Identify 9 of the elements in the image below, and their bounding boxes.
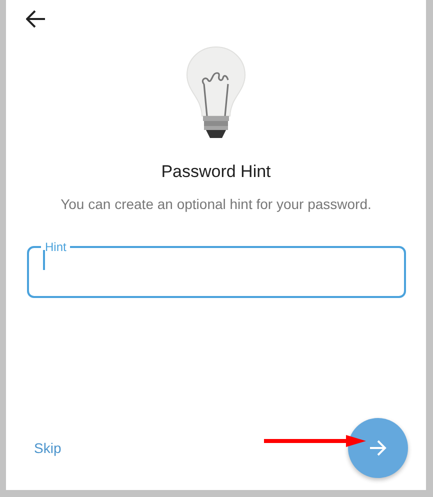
- lightbulb-icon: [186, 46, 246, 140]
- page-title: Password Hint: [161, 162, 271, 182]
- back-icon[interactable]: [26, 10, 46, 28]
- annotation-arrow-icon: [262, 434, 366, 448]
- hint-field[interactable]: Hint: [27, 240, 406, 298]
- arrow-right-icon: [369, 440, 387, 456]
- skip-link[interactable]: Skip: [34, 440, 62, 456]
- next-button[interactable]: [348, 418, 408, 478]
- description-text: You can create an optional hint for your password.: [60, 196, 372, 212]
